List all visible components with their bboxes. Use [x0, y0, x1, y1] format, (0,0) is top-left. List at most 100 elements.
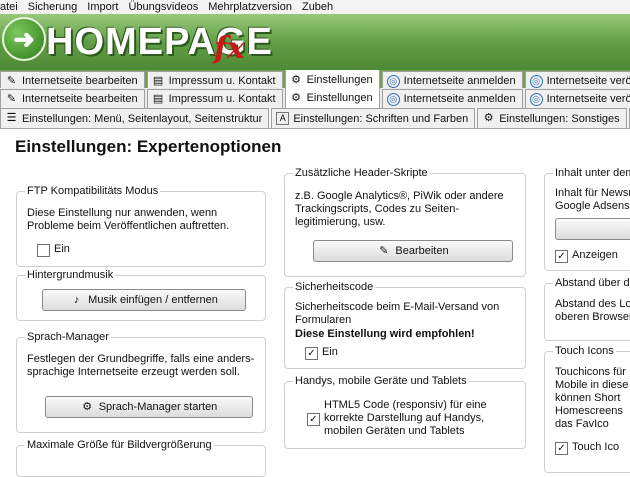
- responsive-line2: korrekte Darstellung auf Handys,: [324, 412, 485, 424]
- gear-icon: ⚙: [291, 73, 302, 86]
- menu-uebungsvideos[interactable]: Übungsvideos: [123, 0, 203, 14]
- touch-icons-checkbox[interactable]: ✓ Touch Ico: [555, 441, 619, 455]
- menu-bar: atei Sicherung Import Übungsvideos Mehrp…: [0, 0, 630, 15]
- tab-sonstiges[interactable]: ⚙ Einstellungen: Sonstiges: [477, 108, 627, 128]
- tab-einstellungen[interactable]: ⚙ Einstellungen: [284, 70, 380, 90]
- gear-icon: ⚙: [291, 91, 302, 104]
- security-checkbox-label: Ein: [322, 346, 338, 358]
- touch-icons-group: Touch Icons Touchicons für Mobile in die…: [544, 345, 630, 473]
- abstand-desc-line2: oberen Browser: [555, 311, 630, 323]
- header-desc-line1: z.B. Google Analytics®, PiWik oder ander…: [295, 190, 504, 202]
- header-desc-line3: legitimierung, usw.: [295, 216, 386, 228]
- doc-edit-icon: ✎: [6, 74, 17, 87]
- globe-icon: ◎: [386, 92, 400, 106]
- globe-icon: ◎: [529, 92, 543, 106]
- tab2-internetseite-anmelden[interactable]: ◎ Internetseite anmelden: [381, 89, 523, 108]
- sprach-manager-button[interactable]: ⚙ Sprach-Manager starten: [45, 396, 253, 418]
- menu-zubehoer[interactable]: Zubeh: [297, 0, 338, 14]
- mobile-group: Handys, mobile Geräte und Tablets ✓ HTML…: [284, 375, 526, 449]
- touch-desc-line3: können Short: [555, 392, 621, 404]
- mobile-legend: Handys, mobile Geräte und Tablets: [293, 375, 469, 387]
- inhalt-button[interactable]: [555, 218, 630, 240]
- checkbox-checked-icon[interactable]: ✓: [555, 250, 568, 263]
- checkbox-checked-icon[interactable]: ✓: [307, 413, 320, 426]
- gear-icon: ⚙: [82, 400, 93, 413]
- inhalt-desc-line1: Inhalt für Newsm: [555, 187, 630, 199]
- tab-schriften-farben[interactable]: A Einstellungen: Schriften und Farben: [271, 108, 476, 128]
- music-button-label: Musik einfügen / entfernen: [88, 294, 218, 306]
- settings-panel: Einstellungen: Expertenoptionen FTP Komp…: [0, 129, 630, 477]
- list-icon: ☰: [6, 112, 17, 124]
- security-code-legend: Sicherheitscode: [293, 281, 376, 293]
- checkbox-checked-icon[interactable]: ✓: [305, 347, 318, 360]
- security-desc-line1: Sicherheitscode beim E-Mail-Versand von: [295, 301, 500, 313]
- menu-sicherung[interactable]: Sicherung: [23, 0, 83, 14]
- header-desc-line2: Trackingscripts, Codes zu Seiten-: [295, 203, 460, 215]
- ftp-checkbox[interactable]: Ein: [37, 243, 70, 257]
- inhalt-menu-group: Inhalt unter dem M Inhalt für Newsm Goog…: [544, 167, 630, 271]
- bearbeiten-button-label: Bearbeiten: [395, 245, 449, 257]
- anzeigen-checkbox-label: Anzeigen: [572, 249, 618, 261]
- anzeigen-checkbox[interactable]: ✓ Anzeigen: [555, 249, 618, 263]
- security-recommend-text: Diese Einstellung wird empfohlen!: [295, 328, 475, 340]
- touch-desc-line2: Mobile in diese: [555, 379, 629, 391]
- tab2-einstellungen[interactable]: ⚙ Einstellungen: [284, 88, 380, 108]
- checkbox-checked-icon[interactable]: ✓: [555, 442, 568, 455]
- abstand-group: Abstand über der Abstand des Lo oberen B…: [544, 277, 630, 341]
- touch-desc-line4: Homescreens: [555, 405, 623, 417]
- header-scripts-legend: Zusätzliche Header-Skripte: [293, 167, 430, 179]
- max-size-legend: Maximale Größe für Bildvergrößerung: [25, 439, 214, 451]
- logo-arrow-icon: ➜: [2, 17, 46, 61]
- globe-icon: ◎: [386, 74, 400, 88]
- max-size-group: Maximale Größe für Bildvergrößerung: [16, 439, 266, 477]
- tab2-internetseite-veroeffentlichen[interactable]: ◎Internetseite veröffen: [524, 89, 630, 108]
- header-scripts-group: Zusätzliche Header-Skripte z.B. Google A…: [284, 167, 526, 277]
- doc-edit-icon: ✎: [6, 92, 17, 105]
- font-icon: A: [276, 112, 290, 125]
- sprach-manager-button-label: Sprach-Manager starten: [98, 401, 218, 413]
- gear-icon: ⚙: [483, 112, 494, 124]
- doc-icon: ▤: [152, 74, 164, 87]
- music-button[interactable]: ♪ Musik einfügen / entfernen: [42, 289, 246, 311]
- globe-icon: ◎: [529, 74, 543, 88]
- music-legend: Hintergrundmusik: [25, 269, 116, 281]
- page-title: Einstellungen: Expertenoptionen: [15, 137, 282, 156]
- security-desc-line2: Formularen: [295, 314, 352, 326]
- responsive-checkbox[interactable]: ✓ HTML5 Code (responsiv) für eine korrek…: [307, 399, 487, 438]
- ftp-desc-line1: Diese Einstellung nur anwenden, wenn: [27, 207, 218, 219]
- ftp-checkbox-label: Ein: [54, 243, 70, 255]
- ftp-legend: FTP Kompatibilitäts Modus: [25, 185, 161, 197]
- tab-row-settings: ☰ Einstellungen: Menü, Seitenlayout, Seit…: [0, 108, 630, 129]
- sprach-desc-line2: sprachige Internetseite erzeugt werden s…: [27, 366, 240, 378]
- tab-row-secondary: ✎ Internetseite bearbeiten ▤ Impressum u. …: [0, 88, 630, 109]
- sprach-desc-line1: Festlegen der Grundbegriffe, falls eine …: [27, 353, 255, 365]
- abstand-desc-line1: Abstand des Lo: [555, 298, 630, 310]
- tab-row-main: ✎ Internetseite bearbeiten ▤ Impressum u. …: [0, 70, 630, 90]
- music-group: Hintergrundmusik ♪ Musik einfügen / entf…: [16, 269, 266, 321]
- menu-datei[interactable]: atei: [0, 0, 23, 14]
- music-note-icon: ♪: [73, 293, 80, 306]
- touch-icons-checkbox-label: Touch Ico: [572, 441, 620, 453]
- tab2-impressum[interactable]: ▤ Impressum u. Kontakt: [146, 89, 283, 108]
- sprach-manager-group: Sprach-Manager Festlegen der Grundbegrif…: [16, 331, 266, 433]
- ftp-group: FTP Kompatibilitäts Modus Diese Einstell…: [16, 185, 266, 267]
- tab2-internetseite-bearbeiten[interactable]: ✎ Internetseite bearbeiten: [0, 89, 145, 108]
- menu-import[interactable]: Import: [82, 0, 123, 14]
- ftp-desc-line2: Probleme beim Veröffentlichen auftretten…: [27, 220, 230, 232]
- menu-mehrplatzversion[interactable]: Mehrplatzversion: [203, 0, 297, 14]
- abstand-legend: Abstand über der: [553, 277, 630, 289]
- inhalt-legend: Inhalt unter dem M: [553, 167, 630, 179]
- security-code-group: Sicherheitscode Sicherheitscode beim E-M…: [284, 281, 526, 369]
- security-checkbox[interactable]: ✓ Ein: [305, 346, 338, 360]
- sprach-manager-legend: Sprach-Manager: [25, 331, 111, 343]
- bearbeiten-button[interactable]: ✎ Bearbeiten: [313, 240, 513, 262]
- edit-script-icon: ✎: [379, 244, 389, 257]
- touch-desc-line1: Touchicons für: [555, 366, 626, 378]
- checkbox-unchecked-icon[interactable]: [37, 244, 50, 257]
- tab-menue-seitenlayout[interactable]: ☰ Einstellungen: Menü, Seitenlayout, Seit…: [0, 108, 270, 128]
- responsive-line3: mobilen Geräten und Tablets: [324, 425, 465, 437]
- doc-icon: ▤: [152, 92, 164, 105]
- responsive-checkbox-label: HTML5 Code (responsiv) für eine korrekte…: [324, 399, 487, 438]
- responsive-line1: HTML5 Code (responsiv) für eine: [324, 399, 487, 411]
- inhalt-desc-line2: Google Adsense: [555, 200, 630, 212]
